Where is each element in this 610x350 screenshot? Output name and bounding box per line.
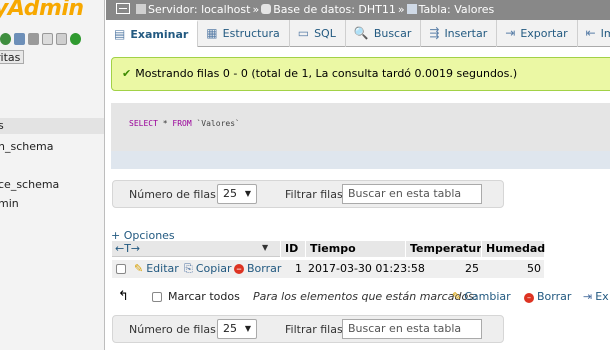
column-header-tiempo[interactable]: Tiempo bbox=[305, 241, 405, 257]
tab-insert[interactable]: ⇶ Insertar bbox=[421, 20, 498, 47]
rows-count-label: Número de filas: bbox=[129, 323, 220, 336]
row-delete-button[interactable]: – Borrar bbox=[234, 260, 281, 278]
sql-table-name: `Valores` bbox=[196, 119, 240, 128]
column-nav-arrows-icon[interactable]: ←T→ bbox=[115, 241, 140, 256]
breadcrumb: Servidor: localhost» Base de datos: DHT11… bbox=[106, 0, 610, 20]
check-icon: ✔ bbox=[122, 67, 132, 80]
arrow-up-left-icon: ↰ bbox=[118, 289, 129, 304]
sql-query-box: SELECT * FROM `Valores` bbox=[111, 103, 610, 169]
tab-sql[interactable]: ▭ SQL bbox=[290, 20, 346, 47]
sql-icon: ▭ bbox=[297, 26, 310, 40]
bulk-change-button[interactable]: ✎ Cambiar bbox=[452, 290, 511, 304]
rows-navigation-bottom: Número de filas: 25 ▼ Filtrar filas: Busc… bbox=[112, 315, 504, 343]
tab-import[interactable]: ⇤ Im bbox=[578, 20, 610, 47]
success-message-text: Mostrando filas 0 - 0 (total de 1, La co… bbox=[135, 67, 518, 80]
cell-id[interactable]: 1 bbox=[280, 260, 304, 278]
sql-query-text[interactable]: SELECT * FROM `Valores` bbox=[129, 119, 240, 128]
breadcrumb-server[interactable]: Servidor: localhost bbox=[148, 3, 250, 16]
export-icon: ⇥ bbox=[505, 26, 516, 40]
sql-star: * bbox=[162, 119, 168, 128]
filter-rows-label: Filtrar filas: bbox=[285, 323, 347, 336]
home-icon[interactable] bbox=[0, 33, 11, 45]
rows-count-select[interactable]: 25 ▼ bbox=[217, 319, 257, 339]
row-copy-button[interactable]: ⎘ Copiar bbox=[184, 260, 232, 278]
sidebar-item-information-schema[interactable]: n_schema bbox=[0, 139, 104, 155]
cell-temperatura[interactable]: 25 bbox=[405, 260, 479, 278]
pencil-icon: ✎ bbox=[134, 262, 144, 275]
sql-keyword-from: FROM bbox=[172, 119, 192, 128]
navigation-panel: yAdmin ritas s n_schema ce_schema min bbox=[0, 0, 105, 350]
structure-icon: ▦ bbox=[206, 26, 218, 40]
rows-count-label: Número de filas: bbox=[129, 188, 220, 201]
phpmyadmin-logo[interactable]: yAdmin bbox=[0, 0, 84, 21]
select-all-checkbox[interactable] bbox=[152, 292, 162, 302]
reload-icon[interactable] bbox=[70, 33, 81, 45]
chevron-down-icon: ▼ bbox=[244, 324, 251, 333]
sidebar-item-new[interactable]: s bbox=[0, 118, 104, 134]
table-icon bbox=[406, 4, 417, 14]
rows-navigation-top: Número de filas: 25 ▼ Filtrar filas: Busc… bbox=[112, 180, 504, 208]
browse-icon: ▤ bbox=[114, 27, 126, 41]
sort-dropdown-icon[interactable]: ▼ bbox=[262, 243, 268, 252]
tab-browse[interactable]: ▤ Examinar bbox=[106, 20, 199, 47]
tab-search[interactable]: 🔍 Buscar bbox=[346, 20, 422, 47]
bulk-export-button[interactable]: ⇥ Ex bbox=[583, 290, 609, 304]
breadcrumb-table[interactable]: Tabla: Valores bbox=[419, 3, 495, 16]
bulk-delete-button[interactable]: – Borrar bbox=[524, 290, 571, 304]
sidebar-item-phpmyadmin[interactable]: min bbox=[0, 196, 104, 212]
select-all-label[interactable]: Marcar todos bbox=[168, 290, 240, 304]
breadcrumb-database[interactable]: Base de datos: DHT11 bbox=[273, 3, 396, 16]
row-edit-button[interactable]: ✎ Editar bbox=[134, 260, 179, 278]
sidebar-item-performance-schema[interactable]: ce_schema bbox=[0, 177, 104, 193]
cell-humedad[interactable]: 50 bbox=[481, 260, 541, 278]
chevron-down-icon: ▼ bbox=[244, 189, 251, 198]
import-icon: ⇤ bbox=[585, 26, 596, 40]
sql-query-toolbar bbox=[111, 151, 610, 169]
column-header-humedad[interactable]: Humedad bbox=[481, 241, 545, 257]
filter-rows-input[interactable]: Buscar en esta tabla bbox=[342, 184, 482, 204]
favorites-tab[interactable]: ritas bbox=[0, 50, 25, 64]
docs-icon[interactable] bbox=[42, 33, 53, 45]
column-header-temperatura[interactable]: Temperatura bbox=[405, 241, 489, 257]
search-icon: 🔍 bbox=[353, 26, 369, 40]
delete-icon: – bbox=[234, 263, 244, 274]
column-header-id[interactable]: ID bbox=[280, 241, 305, 257]
delete-icon: – bbox=[524, 293, 534, 303]
copy-icon: ⎘ bbox=[184, 262, 193, 275]
pencil-icon: ✎ bbox=[452, 290, 462, 303]
settings-icon[interactable] bbox=[56, 33, 67, 45]
exit-icon[interactable] bbox=[14, 33, 25, 45]
tab-structure[interactable]: ▦ Estructura bbox=[198, 20, 290, 47]
success-message: ✔ Mostrando filas 0 - 0 (total de 1, La c… bbox=[111, 57, 610, 91]
tab-export[interactable]: ⇥ Exportar bbox=[497, 20, 578, 47]
table-row: ✎ Editar ⎘ Copiar – Borrar 1 2017-03-30 01:… bbox=[112, 260, 544, 278]
database-icon bbox=[261, 4, 272, 14]
insert-icon: ⇶ bbox=[429, 26, 440, 40]
export-icon: ⇥ bbox=[583, 290, 593, 303]
query-window-icon[interactable] bbox=[28, 33, 39, 45]
rows-count-select[interactable]: 25 ▼ bbox=[217, 184, 257, 204]
nav-icon-bar bbox=[0, 33, 81, 47]
filter-rows-input[interactable]: Buscar en esta tabla bbox=[342, 319, 482, 339]
sql-keyword-select: SELECT bbox=[129, 119, 158, 128]
filter-rows-label: Filtrar filas: bbox=[285, 188, 347, 201]
with-selected-label: Para los elementos que están marcados: bbox=[253, 290, 478, 303]
server-icon bbox=[136, 4, 146, 14]
tab-bar: ▤ Examinar ▦ Estructura ▭ SQL 🔍 Buscar ⇶ Inse… bbox=[106, 20, 610, 47]
row-checkbox[interactable] bbox=[116, 264, 126, 274]
collapse-toggle-icon[interactable] bbox=[116, 3, 130, 14]
sort-header: ←T→ ▼ bbox=[112, 241, 280, 257]
bulk-actions-bar: ↰ Marcar todos Para los elementos que es… bbox=[112, 290, 610, 306]
